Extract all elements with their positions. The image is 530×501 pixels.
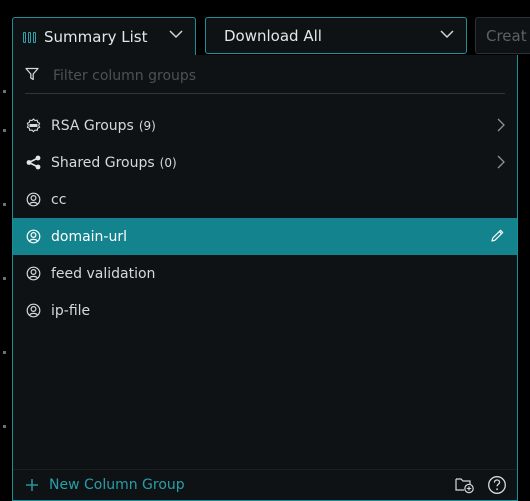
filter-icon — [25, 67, 39, 81]
edit-pencil-icon[interactable] — [490, 228, 505, 243]
column-group-dropdown: RSA Groups (9) Shared Groups (0) — [12, 55, 518, 501]
create-button[interactable]: Creat — [475, 17, 530, 54]
user-circle-icon — [25, 303, 41, 319]
group-item-label: feed validation — [51, 265, 156, 282]
chevron-right-icon — [497, 155, 505, 169]
group-item-feed-validation[interactable]: feed validation — [13, 255, 517, 292]
background-marker — [3, 203, 6, 206]
plus-icon[interactable] — [25, 478, 39, 492]
summary-list-label: Summary List — [44, 28, 148, 46]
share-icon — [25, 155, 41, 171]
chevron-down-icon — [169, 30, 183, 39]
background-marker — [3, 90, 6, 93]
group-item-domain-url[interactable]: domain-url — [13, 218, 517, 255]
background-marker — [3, 425, 6, 428]
help-icon[interactable] — [487, 475, 507, 495]
user-circle-icon — [25, 229, 41, 245]
group-item-shared-groups[interactable]: Shared Groups (0) — [13, 144, 517, 181]
group-item-cc[interactable]: cc — [13, 181, 517, 218]
group-item-label: RSA Groups — [51, 117, 134, 134]
background-marker — [3, 277, 6, 280]
column-group-manager: Summary List Download All Creat Filter c… — [0, 0, 530, 501]
group-item-rsa-groups[interactable]: RSA Groups (9) — [13, 107, 517, 144]
dropdown-footer: New Column Group — [13, 469, 517, 500]
chevron-right-icon — [497, 118, 505, 132]
filter-row — [13, 55, 517, 95]
group-item-label: ip-file — [51, 302, 91, 319]
group-item-count: (9) — [138, 118, 156, 133]
create-label: Creat — [486, 26, 527, 45]
background-marker — [3, 129, 6, 132]
group-item-count: (0) — [159, 155, 177, 170]
summary-list-button[interactable]: Summary List — [12, 17, 196, 56]
toolbar: Summary List Download All Creat — [0, 0, 530, 56]
new-column-group-link[interactable]: New Column Group — [49, 477, 185, 493]
add-folder-icon[interactable] — [455, 476, 475, 494]
background-marker — [3, 351, 6, 354]
columns-icon — [23, 31, 36, 43]
download-all-select[interactable]: Download All — [205, 17, 467, 54]
filter-underline — [25, 93, 505, 94]
group-item-label: cc — [51, 191, 67, 208]
filter-column-groups-input[interactable] — [51, 65, 475, 87]
user-circle-icon — [25, 266, 41, 282]
chevron-down-icon — [440, 30, 454, 39]
group-item-label: Shared Groups — [51, 154, 155, 171]
group-item-label: domain-url — [51, 228, 128, 245]
download-all-label: Download All — [224, 26, 322, 45]
rsa-live-icon — [25, 118, 41, 134]
group-item-ip-file[interactable]: ip-file — [13, 292, 517, 329]
user-circle-icon — [25, 192, 41, 208]
